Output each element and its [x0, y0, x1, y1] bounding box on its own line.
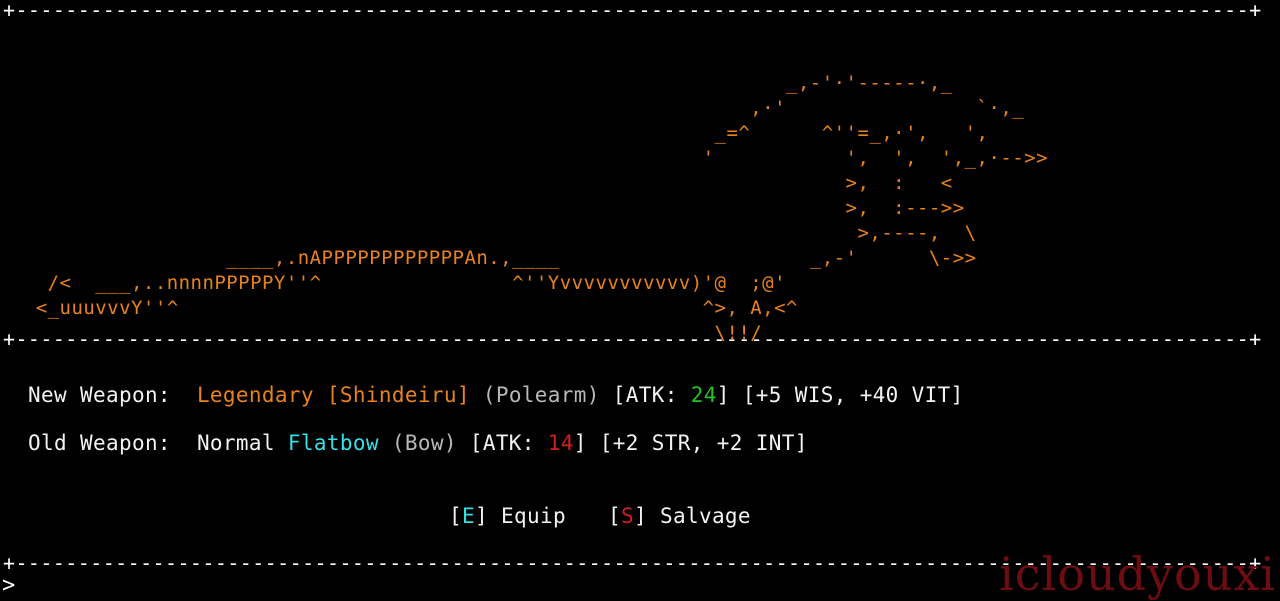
old-weapon-row: Old Weapon: Normal Flatbow (Bow) [ATK: 1… [28, 430, 808, 456]
watermark: icloudyouxi [999, 547, 1276, 601]
equip-bracket-open: [ [449, 504, 462, 528]
border-middle: +---------------------------------------… [3, 327, 1262, 351]
old-weapon-stats: [+2 STR, +2 INT] [599, 431, 808, 455]
salvage-bracket-open: [ [607, 504, 621, 528]
new-weapon-row: New Weapon: Legendary [Shindeiru] (Polea… [28, 382, 964, 408]
new-weapon-atk-prefix: [ATK: [612, 383, 678, 407]
old-weapon-atk-suffix: ] [573, 431, 587, 455]
salvage-bracket-close: ] [633, 504, 647, 528]
new-weapon-atk-value: 24 [690, 383, 717, 407]
salvage-key: S [620, 504, 634, 528]
new-weapon-type: (Polearm) [482, 383, 600, 407]
new-weapon-rarity: Legendary [196, 383, 314, 407]
prompt-symbol: > [2, 573, 16, 598]
new-weapon-atk-suffix: ] [716, 383, 730, 407]
action-bar: [E] Equip [S] Salvage [449, 503, 751, 529]
new-weapon-name: [Shindeiru] [326, 383, 470, 407]
equip-key: E [462, 504, 475, 528]
salvage-label: Salvage [659, 504, 751, 528]
old-weapon-name: Flatbow [287, 431, 379, 455]
old-weapon-label: Old Weapon: [28, 431, 171, 455]
border-top: +---------------------------------------… [3, 0, 1262, 22]
new-weapon-label: New Weapon: [28, 383, 171, 407]
terminal-screen: +---------------------------------------… [0, 0, 1280, 600]
old-weapon-atk-value: 14 [547, 431, 574, 455]
old-weapon-type: (Bow) [391, 431, 457, 455]
old-weapon-rarity: Normal [196, 431, 275, 455]
new-weapon-stats: [+5 WIS, +40 VIT] [742, 383, 964, 407]
dragon-ascii-art: _,-'·'-----·,_ ,·' `·,_ _=^ ^''=_,·', ', [35, 72, 1048, 344]
salvage-action[interactable]: [S] Salvage [608, 504, 751, 528]
command-prompt[interactable]: > [2, 574, 15, 598]
equip-label: Equip [501, 504, 566, 528]
equip-action[interactable]: [E] Equip [449, 504, 566, 528]
equip-bracket-close: ] [475, 504, 488, 528]
old-weapon-atk-prefix: [ATK: [469, 431, 535, 455]
